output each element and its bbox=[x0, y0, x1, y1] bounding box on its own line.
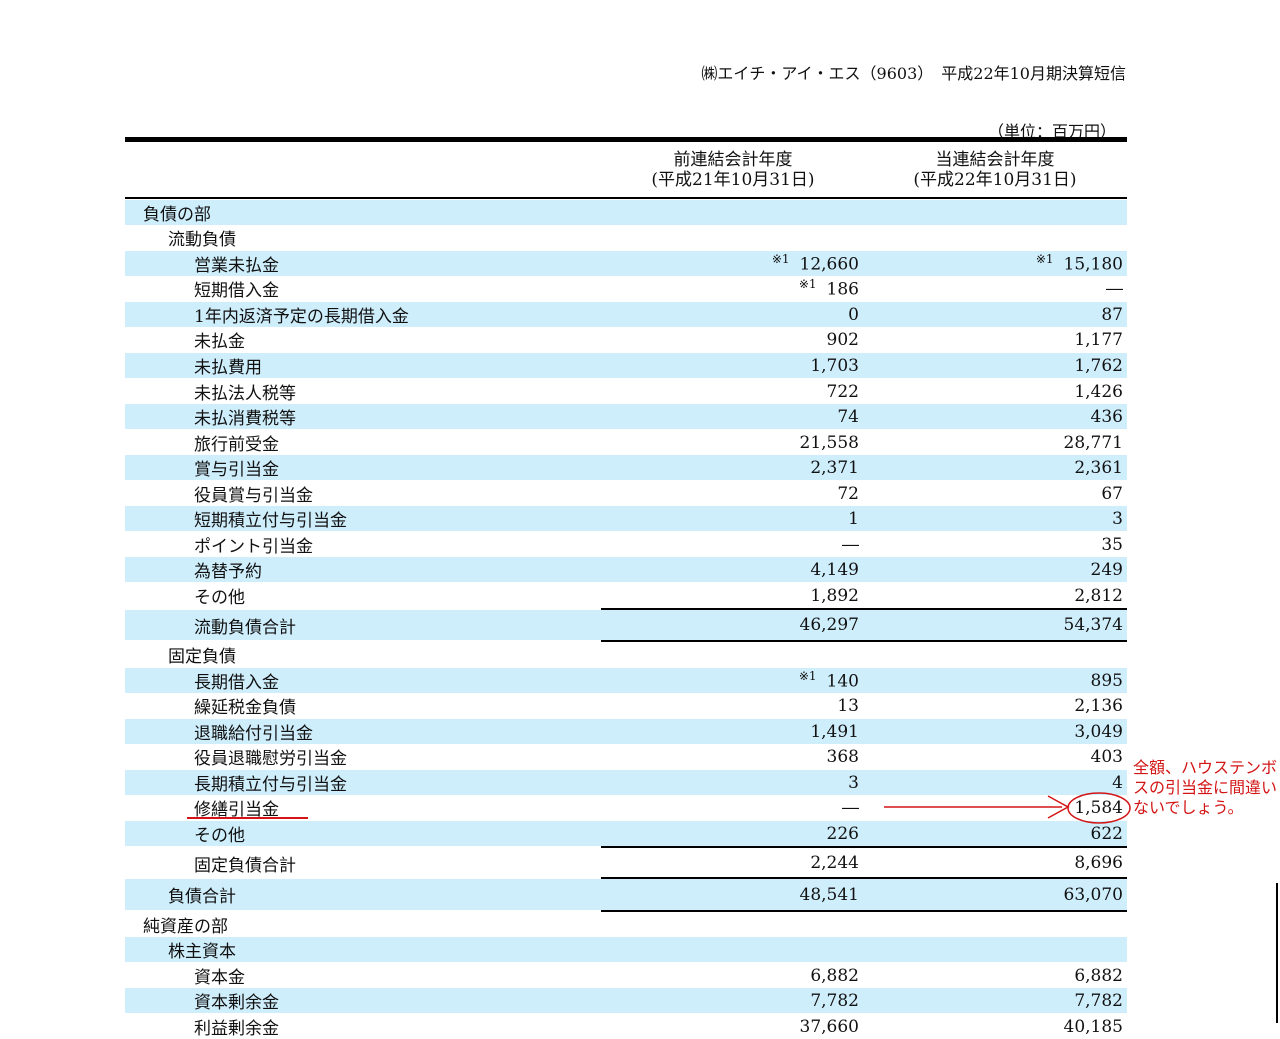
annotation-arrow-layer bbox=[884, 792, 1131, 824]
page-edge-line bbox=[1276, 883, 1278, 1023]
annotation-note: 全額、ハウステンボスの引当金に間違いないでしょう。 bbox=[1133, 758, 1278, 817]
annotation-circle bbox=[1067, 792, 1131, 824]
